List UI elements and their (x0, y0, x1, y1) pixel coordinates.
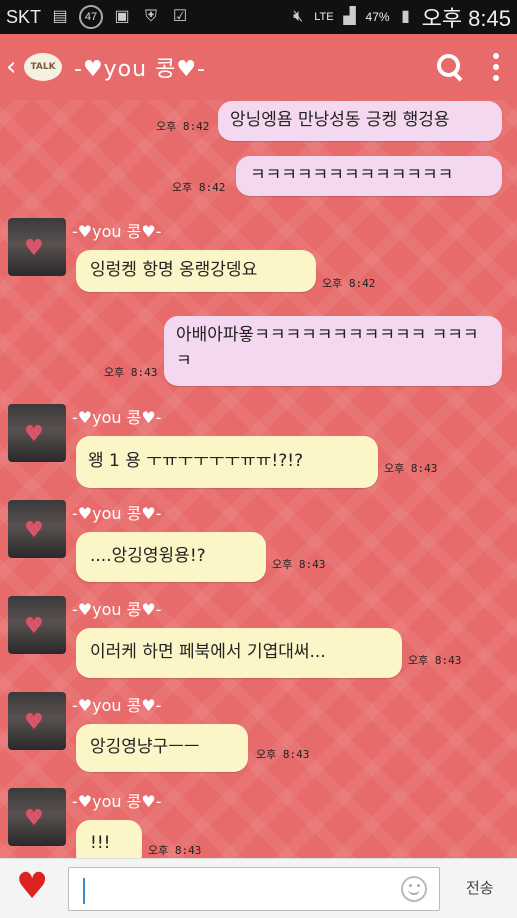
send-button[interactable]: 전송 (466, 877, 494, 898)
message-bubble-outgoing[interactable]: ㅋㅋㅋㅋㅋㅋㅋㅋㅋㅋㅋㅋㅋ (236, 156, 502, 196)
message-input[interactable] (68, 867, 440, 911)
status-bar: SKT ▤ 47 ▣ ⛨ ☑ 🔇︎ LTE ▟ 47% ▮ 오후 8:45 (0, 0, 517, 34)
search-icon[interactable] (437, 54, 463, 80)
message-bubble-incoming[interactable]: 앙깅영냥구ㅡㅡ (76, 724, 248, 772)
sender-name: -♥you 콩♥- (72, 504, 162, 523)
message-time: 오후 8:43 (148, 844, 202, 857)
message-time: 오후 8:42 (172, 181, 226, 194)
message-time: 오후 8:42 (322, 277, 376, 290)
message-text: 왱 1 용 ㅜㅠㅜㅜㅜㅜㅠㅠ!?!? (88, 451, 304, 471)
chat-header: ‹ TALK -♥you 콩♥- (0, 34, 517, 100)
message-bubble-outgoing[interactable]: 아배아파욯ㅋㅋㅋㅋㅋㅋㅋㅋㅋㅋㅋ ㅋㅋㅋㅋ (164, 316, 502, 386)
carrier-label: SKT (6, 6, 42, 27)
shield-icon: ⛨ (145, 8, 158, 25)
message-text: 앙닝엥욤 만낭성동 긍켕 행겅용 (230, 110, 450, 130)
avatar[interactable] (8, 596, 66, 654)
mute-icon: 🔇︎ (293, 8, 304, 25)
message-text: ㅋㅋㅋㅋㅋㅋㅋㅋㅋㅋㅋㅋㅋ (250, 165, 454, 185)
text-cursor (83, 878, 85, 904)
clock: 오후 8:45 (421, 6, 511, 31)
avatar[interactable] (8, 218, 66, 276)
message-bubble-outgoing[interactable]: 앙닝엥욤 만낭성동 긍켕 행겅용 (218, 101, 502, 141)
avatar[interactable] (8, 788, 66, 846)
sender-name: -♥you 콩♥- (72, 408, 162, 427)
battery-icon: ▮ (401, 8, 410, 25)
message-bubble-incoming[interactable]: 잉렁켕 항명 옹랭강뎅요 (76, 250, 316, 292)
sender-name: -♥you 콩♥- (72, 600, 162, 619)
image-icon: ▣ (114, 8, 130, 25)
chat-area[interactable]: 앙닝엥욤 만낭성동 긍켕 행겅용 오후 8:42 ㅋㅋㅋㅋㅋㅋㅋㅋㅋㅋㅋㅋㅋ 오… (0, 100, 517, 858)
emoji-icon[interactable] (401, 876, 427, 902)
avatar[interactable] (8, 692, 66, 750)
message-text: 이러케 하면 페북에서 기엽대써... (90, 642, 326, 662)
message-text: 아배아파욯ㅋㅋㅋㅋㅋㅋㅋㅋㅋㅋㅋ ㅋㅋㅋㅋ (176, 325, 479, 371)
battery-percent: 47% (365, 10, 390, 24)
chat-title: -♥you 콩♥- (74, 57, 206, 82)
message-bubble-incoming[interactable]: ....앙깅영윙용!? (76, 532, 266, 582)
sender-name: -♥you 콩♥- (72, 222, 162, 241)
talk-logo-icon[interactable]: TALK (24, 53, 62, 81)
heart-icon[interactable]: ♥ (16, 867, 48, 907)
message-text: 잉렁켕 항명 옹랭강뎅요 (90, 260, 258, 280)
notification-badge: 47 (79, 5, 104, 29)
message-text: 앙깅영냥구ㅡㅡ (90, 737, 200, 757)
message-text: !!! (90, 833, 111, 853)
message-time: 오후 8:43 (408, 654, 462, 667)
message-time: 오후 8:43 (104, 366, 158, 379)
message-time: 오후 8:43 (256, 748, 310, 761)
message-bubble-incoming[interactable]: 왱 1 용 ㅜㅠㅜㅜㅜㅜㅠㅠ!?!? (76, 436, 378, 488)
more-options-icon[interactable] (493, 53, 499, 81)
message-bubble-incoming[interactable]: !!! (76, 820, 142, 858)
message-time: 오후 8:43 (272, 558, 326, 571)
sender-name: -♥you 콩♥- (72, 696, 162, 715)
signal-icon: ▟ (343, 8, 356, 25)
clipboard-check-icon: ☑ (172, 8, 188, 25)
avatar[interactable] (8, 500, 66, 558)
back-chevron-icon[interactable]: ‹ (6, 52, 22, 82)
message-time: 오후 8:42 (156, 120, 210, 133)
network-label: LTE (314, 11, 334, 23)
avatar[interactable] (8, 404, 66, 462)
message-time: 오후 8:43 (384, 462, 438, 475)
message-text: ....앙깅영윙용!? (90, 546, 206, 566)
input-bar: ♥ 전송 (0, 858, 517, 918)
app-grid-icon: ▤ (52, 8, 68, 25)
message-bubble-incoming[interactable]: 이러케 하면 페북에서 기엽대써... (76, 628, 402, 678)
sender-name: -♥you 콩♥- (72, 792, 162, 811)
